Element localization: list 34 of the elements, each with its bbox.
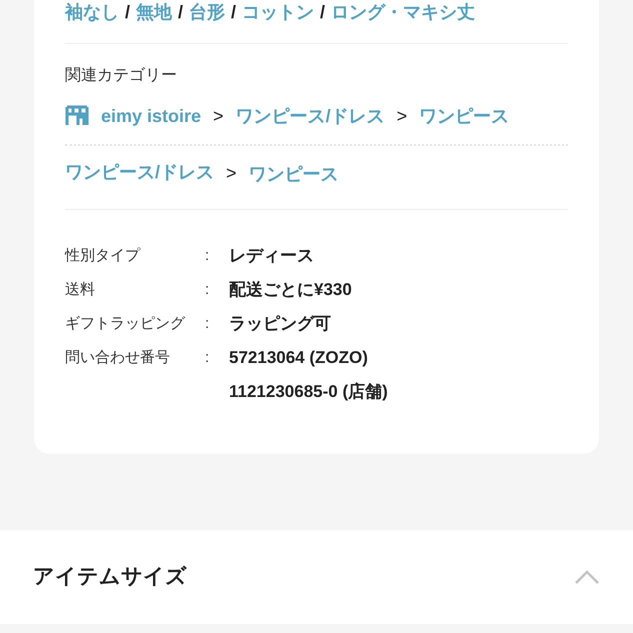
tag-link[interactable]: 無地	[136, 0, 172, 24]
separator-slash: /	[320, 0, 326, 24]
colon: :	[205, 348, 210, 368]
spec-value: 配送ごとに¥330	[229, 279, 352, 301]
section-heading: 関連カテゴリー	[65, 66, 178, 86]
tag-link[interactable]: ロング・マキシ丈	[331, 0, 476, 24]
chevron-separator: >	[226, 162, 237, 185]
spec-label: 性別タイプ	[65, 246, 142, 266]
colon: :	[205, 246, 210, 266]
category-link[interactable]: ワンピース/ドレス	[236, 104, 385, 128]
spec-label: ギフトラッピング	[65, 314, 186, 334]
tag-link[interactable]: 台形	[189, 0, 226, 24]
category-link[interactable]: ワンピース	[248, 162, 339, 186]
storefront-icon	[65, 105, 89, 127]
chevron-separator: >	[213, 104, 224, 128]
spec-label: 問い合わせ番号	[65, 348, 171, 368]
spec-value: ラッピング可	[229, 313, 331, 335]
tag-link[interactable]: 袖なし	[65, 0, 119, 24]
spec-value: 57213064 (ZOZO)	[229, 347, 369, 369]
category-link[interactable]: ワンピース/ドレス	[65, 160, 214, 184]
category-link[interactable]: ワンピース	[419, 104, 510, 128]
spec-label: 送料	[65, 280, 96, 300]
shop-link[interactable]: eimy istoire	[101, 104, 202, 128]
chevron-separator: >	[396, 104, 408, 128]
spec-value: レディース	[229, 245, 314, 267]
separator-slash: /	[178, 0, 184, 24]
section-title: アイテムサイズ	[33, 564, 187, 590]
accordion-header[interactable]: アイテムサイズ	[0, 530, 633, 624]
tag-link[interactable]: コットン	[242, 0, 314, 24]
separator-slash: /	[125, 0, 130, 24]
colon: :	[205, 314, 210, 334]
colon: :	[205, 280, 210, 300]
separator-slash: /	[231, 0, 236, 24]
spec-value: 1121230685-0 (店舗)	[229, 381, 388, 403]
